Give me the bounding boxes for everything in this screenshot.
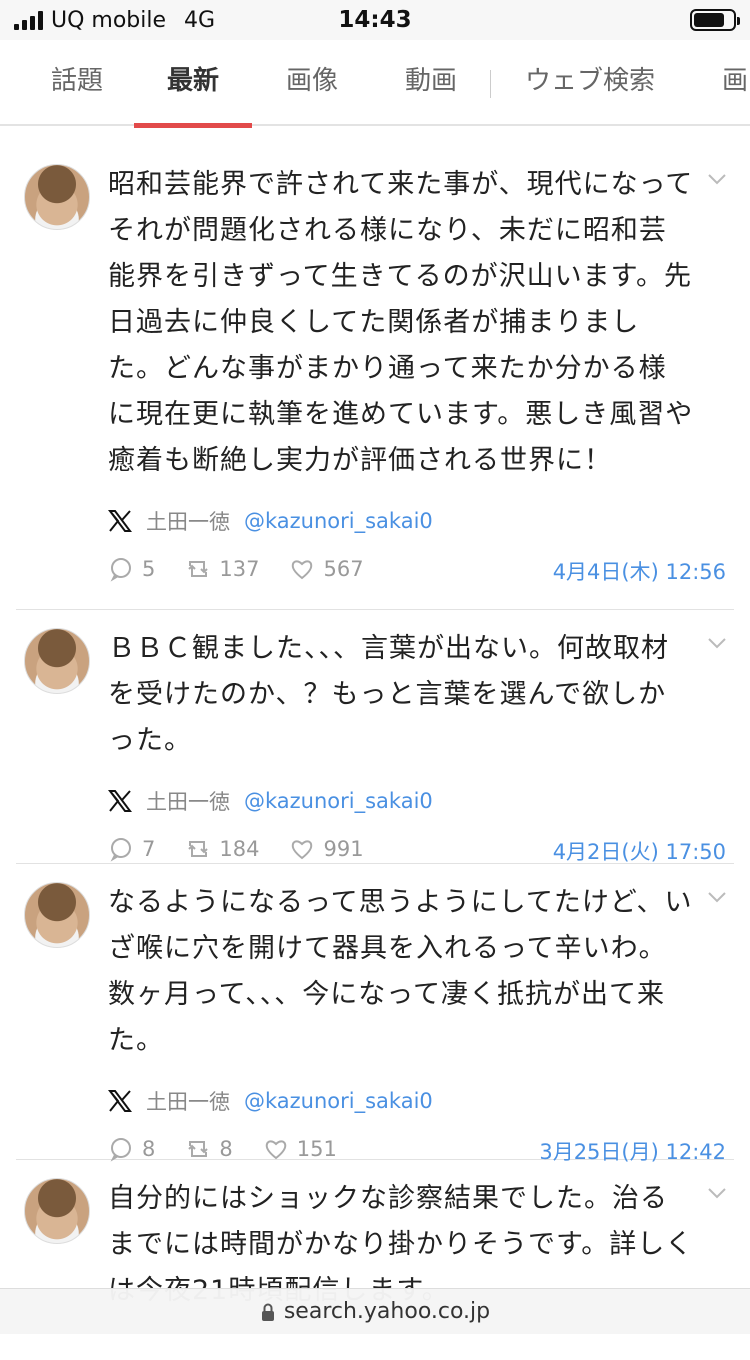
tab-partial[interactable]: 画: [722, 40, 750, 126]
retweet-icon: [188, 841, 209, 857]
battery-level: [694, 13, 725, 27]
post-author: 土田一徳 @kazunori_sakai0: [108, 504, 734, 538]
post-text: 昭和芸能界で許されて来た事が、現代になってそれが問題化される様になり、未だに昭和…: [108, 169, 694, 476]
reply-button[interactable]: 5: [108, 556, 155, 582]
tab-divider: [490, 70, 491, 98]
author-handle[interactable]: @kazunori_sakai0: [244, 789, 433, 813]
author-name: 土田一徳: [146, 510, 230, 534]
heart-icon: [265, 1140, 287, 1160]
status-time: 14:43: [338, 7, 412, 33]
reply-button[interactable]: 8: [108, 1136, 155, 1162]
post-timestamp[interactable]: 4月4日(木) 12:56: [553, 556, 726, 586]
post-author: 土田一徳 @kazunori_sakai0: [108, 784, 734, 818]
url-label[interactable]: search.yahoo.co.jp: [284, 1299, 490, 1324]
post-text: ＢＢＣ観ました、、、言葉が出ない。何故取材を受けたのか、？もっと言葉を選んで欲し…: [108, 633, 669, 756]
address-bar[interactable]: search.yahoo.co.jp: [0, 1288, 750, 1334]
retweet-count: 8: [219, 1137, 233, 1161]
reply-icon: [110, 838, 131, 862]
avatar[interactable]: [24, 628, 90, 694]
post[interactable]: なるようになるって思うようにしてたけど、いざ喉に穴を開けて器具を入れるって辛いわ…: [16, 864, 734, 1164]
chevron-down-icon[interactable]: [706, 886, 728, 908]
post-author: 土田一徳 @kazunori_sakai0: [108, 1084, 734, 1118]
chevron-down-icon[interactable]: [706, 168, 728, 190]
post-feed: 昭和芸能界で許されて来た事が、現代になってそれが問題化される様になり、未だに昭和…: [0, 146, 750, 1360]
x-logo-icon: [108, 790, 132, 812]
like-count: 991: [323, 837, 364, 861]
post-actions: 5 137 567 4月4日(木) 12:56: [108, 550, 734, 590]
battery-icon: [690, 9, 740, 31]
retweet-count: 137: [219, 557, 260, 581]
reply-count: 8: [142, 1137, 156, 1161]
like-count: 567: [323, 557, 364, 581]
like-count: 151: [296, 1137, 337, 1161]
retweet-button[interactable]: 8: [185, 1136, 233, 1162]
reply-count: 7: [142, 837, 156, 861]
reply-icon: [110, 558, 131, 582]
post[interactable]: ＢＢＣ観ました、、、言葉が出ない。何故取材を受けたのか、？もっと言葉を選んで欲し…: [16, 610, 734, 864]
author-name: 土田一徳: [146, 790, 230, 814]
tab-videos[interactable]: 動画: [402, 40, 460, 126]
like-button[interactable]: 567: [289, 556, 364, 582]
tab-latest[interactable]: 最新: [134, 40, 252, 128]
author-name: 土田一徳: [146, 1090, 230, 1114]
x-logo-icon: [108, 510, 132, 532]
avatar[interactable]: [24, 882, 90, 948]
post[interactable]: 昭和芸能界で許されて来た事が、現代になってそれが問題化される様になり、未だに昭和…: [16, 146, 734, 610]
avatar[interactable]: [24, 1178, 90, 1244]
reply-count: 5: [142, 557, 156, 581]
post-timestamp[interactable]: 4月2日(火) 17:50: [553, 836, 726, 866]
post-text: なるようになるって思うようにしてたけど、いざ喉に穴を開けて器具を入れるって辛いわ…: [108, 887, 693, 1056]
heart-icon: [292, 840, 313, 860]
chevron-down-icon[interactable]: [706, 632, 728, 654]
like-button[interactable]: 991: [289, 836, 364, 862]
tab-topics[interactable]: 話題: [48, 40, 106, 126]
tab-images[interactable]: 画像: [283, 40, 341, 126]
lock-icon: [261, 1303, 274, 1321]
reply-icon: [110, 1138, 131, 1162]
chevron-down-icon[interactable]: [706, 1182, 728, 1204]
tab-bar: 話題 最新 画像 動画 ウェブ検索 画: [0, 40, 750, 128]
status-bar: UQ mobile 4G 14:43: [0, 0, 750, 40]
author-handle[interactable]: @kazunori_sakai0: [244, 509, 433, 533]
like-button[interactable]: 151: [263, 1136, 337, 1162]
retweet-icon: [188, 1141, 209, 1157]
retweet-count: 184: [219, 837, 260, 861]
heart-icon: [292, 560, 313, 580]
retweet-button[interactable]: 137: [185, 556, 259, 582]
x-logo-icon: [108, 1090, 132, 1112]
tab-web-search[interactable]: ウェブ検索: [522, 40, 658, 126]
retweet-button[interactable]: 184: [185, 836, 259, 862]
author-handle[interactable]: @kazunori_sakai0: [244, 1089, 433, 1113]
reply-button[interactable]: 7: [108, 836, 155, 862]
avatar[interactable]: [24, 164, 90, 230]
retweet-icon: [188, 561, 209, 577]
